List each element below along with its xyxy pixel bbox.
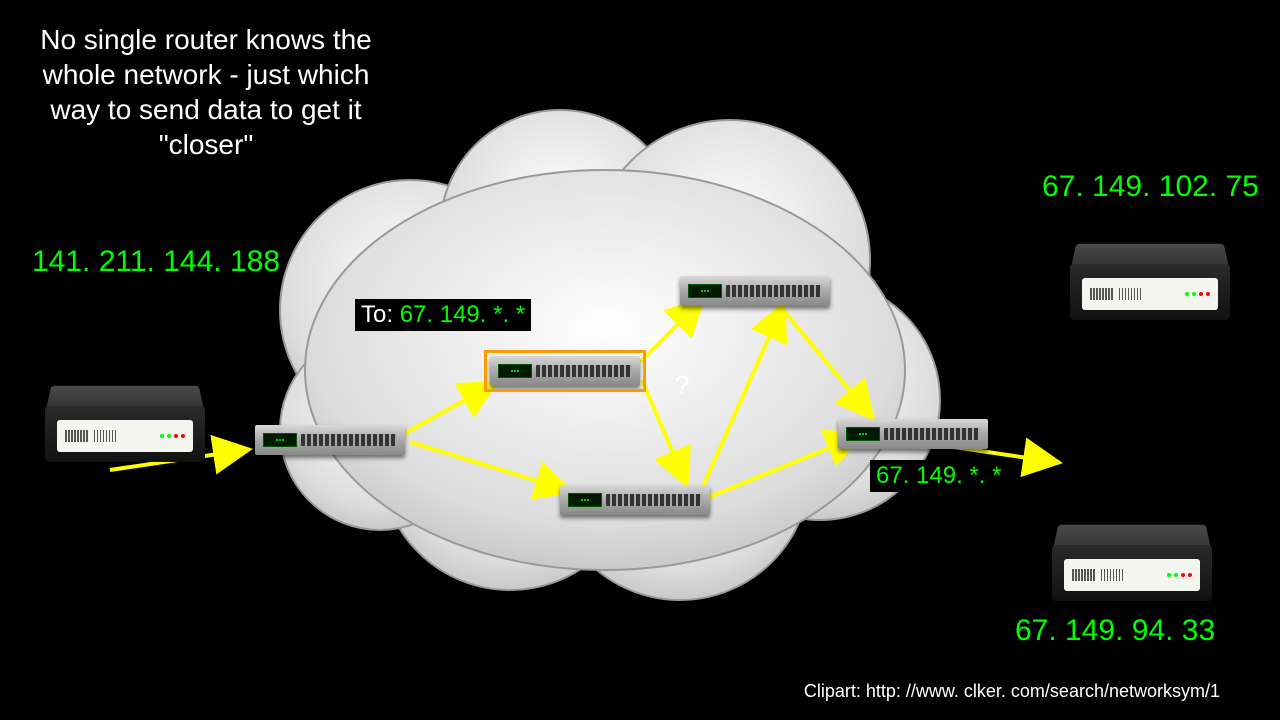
highlight-box [484,350,646,392]
router-left [255,425,405,455]
router-bottom [560,485,710,515]
server-top-right [1070,232,1230,320]
server-left [45,374,205,462]
router-right [838,419,988,449]
router-top [680,276,830,306]
server-bottom-right [1052,513,1212,601]
